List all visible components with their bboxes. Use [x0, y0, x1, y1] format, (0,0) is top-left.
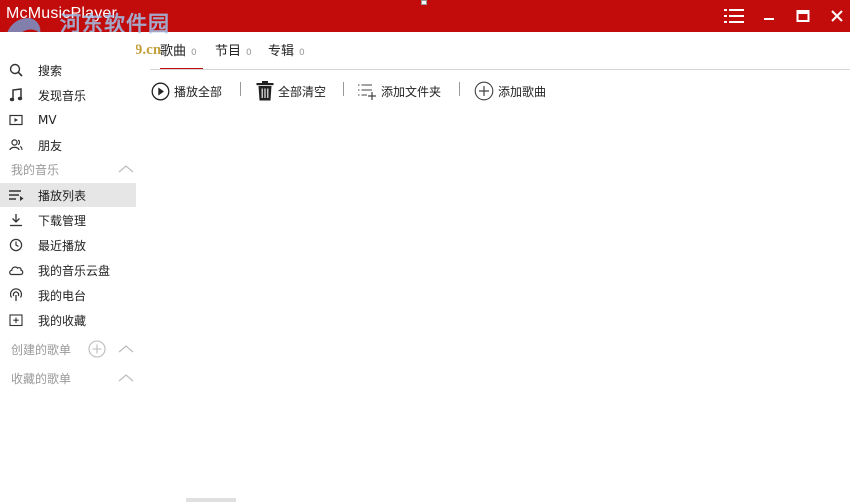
radio-icon [8, 287, 24, 303]
sidebar-item-label: MV [38, 113, 57, 127]
cloud-icon [8, 262, 24, 278]
sidebar: 搜索 发现音乐 MV 朋友 我的音乐 播放列表 下载管理 最近播放 我的音乐云盘… [0, 32, 136, 502]
resize-marker [421, 0, 427, 5]
close-button[interactable] [824, 4, 850, 28]
favorite-folder-icon [8, 312, 24, 328]
tab-label: 专辑 [268, 44, 295, 59]
play-all-button[interactable]: 播放全部 [151, 79, 222, 103]
sidebar-item-cloud[interactable]: 我的音乐云盘 [0, 258, 136, 282]
sidebar-item-label: 发现音乐 [38, 88, 87, 103]
sidebar-item-label: 下载管理 [38, 213, 87, 228]
sidebar-item-friends[interactable]: 朋友 [0, 133, 136, 157]
toolbar-separator [459, 82, 460, 96]
playlist-icon [8, 187, 24, 203]
friends-icon [8, 137, 24, 153]
tab-albums[interactable]: 专辑 0 [268, 40, 305, 68]
add-folder-button[interactable]: 添加文件夹 [357, 79, 441, 103]
chevron-up-icon[interactable] [118, 342, 134, 356]
sidebar-item-label: 搜索 [38, 63, 63, 78]
tab-count: 0 [299, 48, 305, 58]
sidebar-item-playlist[interactable]: 播放列表 [0, 183, 136, 207]
toolbar-separator [343, 82, 344, 96]
scrollbar-thumb[interactable] [186, 498, 236, 502]
play-all-label: 播放全部 [174, 84, 223, 99]
add-folder-label: 添加文件夹 [381, 84, 442, 99]
sidebar-item-label: 最近播放 [38, 238, 87, 253]
add-circle-icon[interactable] [88, 340, 106, 358]
sidebar-item-favorites[interactable]: 我的收藏 [0, 308, 136, 332]
menu-icon [724, 9, 744, 23]
sidebar-item-discover[interactable]: 发现音乐 [0, 83, 136, 107]
trash-icon [256, 81, 274, 101]
add-circle-icon [474, 81, 494, 101]
tab-label: 歌曲 [160, 44, 187, 59]
tab-programs[interactable]: 节目 0 [215, 40, 252, 68]
sidebar-item-label: 播放列表 [38, 188, 87, 203]
sidebar-item-label: 我的音乐云盘 [38, 263, 111, 278]
menu-button[interactable] [721, 4, 747, 28]
section-title: 创建的歌单 [11, 342, 72, 357]
close-icon [831, 10, 843, 22]
maximize-button[interactable] [790, 4, 816, 28]
section-created-playlists[interactable]: 创建的歌单 [0, 338, 136, 360]
tab-songs[interactable]: 歌曲 0 [160, 40, 203, 70]
tab-label: 节目 [215, 44, 242, 59]
toolbar-separator [240, 82, 241, 96]
sidebar-item-radio[interactable]: 我的电台 [0, 283, 136, 307]
tab-count: 0 [191, 48, 197, 58]
music-note-icon [8, 87, 24, 103]
download-icon [8, 212, 24, 228]
minimize-icon [764, 18, 774, 20]
tabs-divider [150, 69, 850, 70]
add-song-label: 添加歌曲 [498, 84, 547, 99]
section-my-music[interactable]: 我的音乐 [0, 158, 136, 180]
minimize-button[interactable] [756, 4, 782, 28]
sidebar-item-label: 朋友 [38, 138, 63, 153]
search-icon [8, 62, 24, 78]
tab-count: 0 [246, 48, 252, 58]
toolbar: 播放全部 全部清空 添加文件夹 添加歌曲 [150, 79, 850, 103]
maximize-icon [796, 10, 810, 22]
chevron-up-icon[interactable] [118, 162, 134, 176]
sidebar-item-label: 我的收藏 [38, 313, 87, 328]
content-tabs: 歌曲 0 节目 0 专辑 0 [150, 32, 850, 70]
clock-icon [8, 237, 24, 253]
add-list-icon [357, 82, 377, 100]
clear-all-label: 全部清空 [278, 84, 327, 99]
sidebar-item-recent[interactable]: 最近播放 [0, 233, 136, 257]
section-title: 我的音乐 [11, 162, 60, 177]
video-icon [8, 112, 24, 128]
sidebar-item-label: 我的电台 [38, 288, 87, 303]
sidebar-item-downloads[interactable]: 下载管理 [0, 208, 136, 232]
play-circle-icon [151, 82, 170, 101]
chevron-up-icon[interactable] [118, 371, 134, 385]
clear-all-button[interactable]: 全部清空 [256, 79, 326, 103]
app-title: McMusicPlayer [6, 5, 118, 22]
section-title: 收藏的歌单 [11, 371, 72, 386]
add-song-button[interactable]: 添加歌曲 [474, 79, 546, 103]
sidebar-item-search[interactable]: 搜索 [0, 58, 136, 82]
sidebar-item-mv[interactable]: MV [0, 108, 136, 132]
section-collected-playlists[interactable]: 收藏的歌单 [0, 367, 136, 389]
